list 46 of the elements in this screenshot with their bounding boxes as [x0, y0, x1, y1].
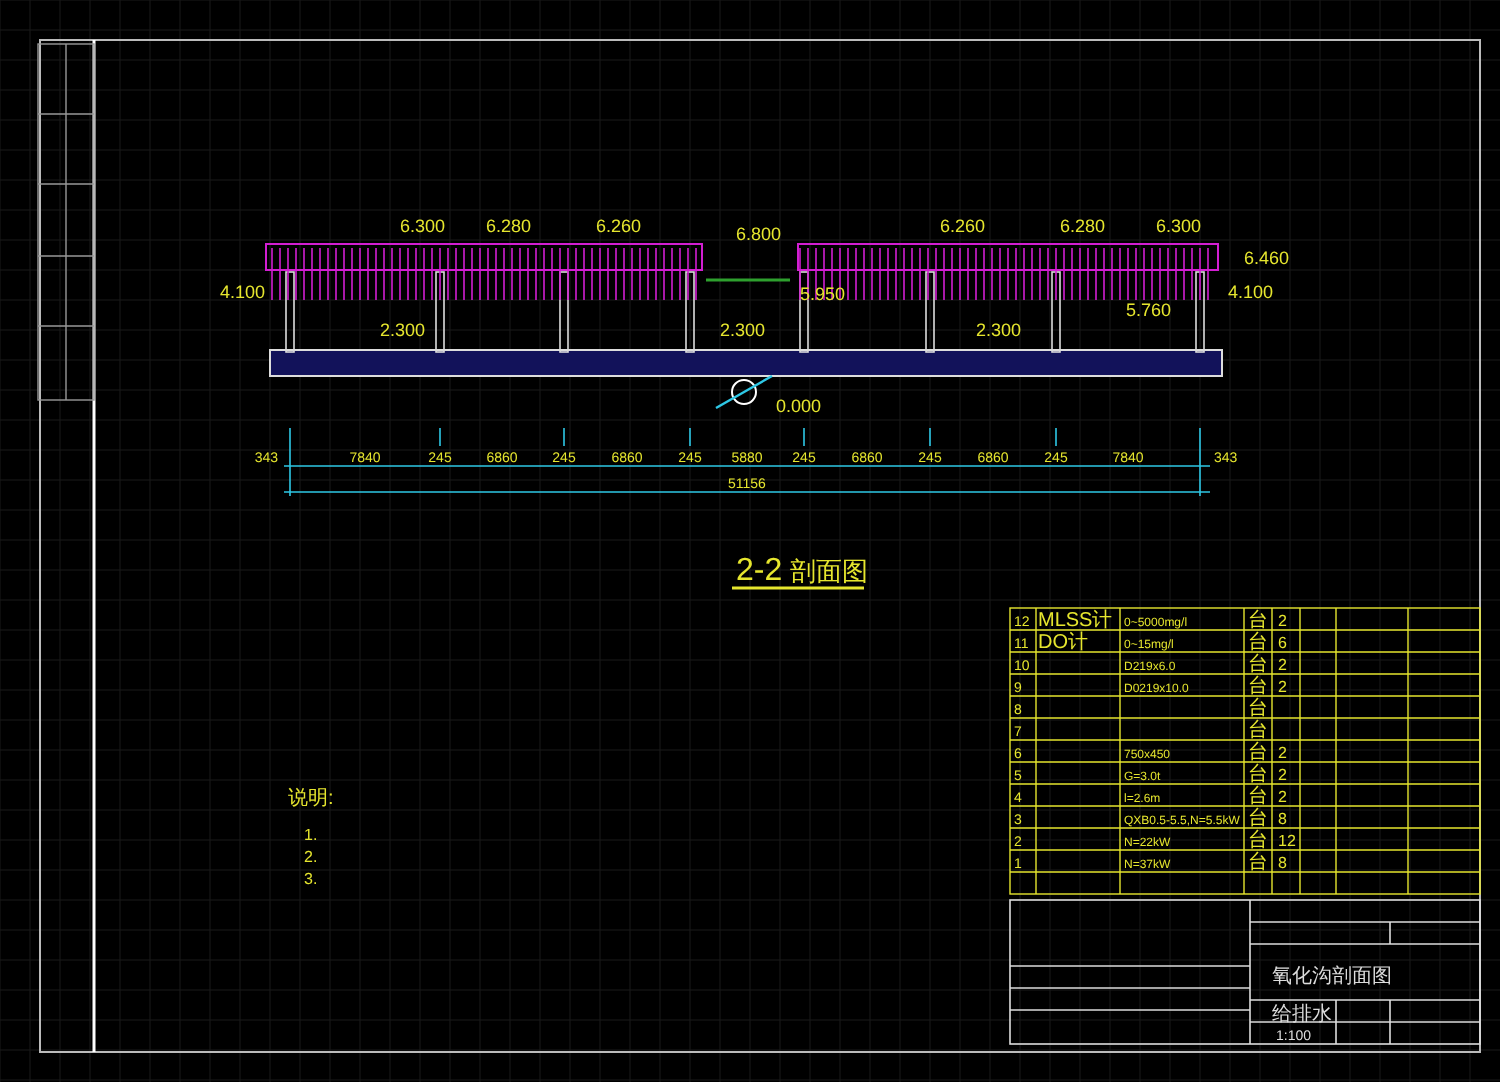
table-cell: 台 — [1248, 808, 1268, 830]
table-cell: 台 — [1248, 610, 1268, 632]
table-cell: 8 — [1278, 854, 1287, 872]
notes-heading: 说明: — [288, 788, 334, 810]
elevation-label: 6.300 — [1156, 216, 1202, 236]
table-cell: 2 — [1278, 612, 1287, 630]
ground-level-label: 0.000 — [776, 396, 822, 416]
table-cell: 台 — [1248, 786, 1268, 808]
table-cell: 台 — [1248, 742, 1268, 764]
discipline-label: 给排水 — [1272, 1004, 1332, 1026]
table-cell: 台 — [1248, 852, 1268, 874]
elevation-label: 2.300 — [720, 320, 766, 340]
table-cell: 台 — [1248, 654, 1268, 676]
section-title: 2-2 剖面图 — [736, 554, 868, 588]
elevation-label: 6.460 — [1244, 248, 1290, 268]
elevation-label: 2.300 — [380, 320, 426, 340]
table-cell: 台 — [1248, 764, 1268, 786]
table-cell: 2 — [1278, 788, 1287, 806]
note-number: 2. — [304, 848, 318, 866]
drawing-name: 氧化沟剖面图 — [1272, 966, 1392, 988]
table-cell: 2 — [1278, 744, 1287, 762]
note-number: 1. — [304, 826, 318, 844]
elevation-label: 6.280 — [486, 216, 532, 236]
elevation-label: 6.280 — [1060, 216, 1106, 236]
table-cell: 6 — [1278, 634, 1287, 652]
elevation-label: 6.260 — [940, 216, 986, 236]
table-cell: 12 — [1278, 832, 1296, 850]
note-number: 3. — [304, 870, 318, 888]
table-cell: 台 — [1248, 720, 1268, 742]
table-cell: 2 — [1278, 656, 1287, 674]
elevation-label: 2.300 — [976, 320, 1022, 340]
table-cell: MLSS计 — [1038, 610, 1113, 632]
elevation-label: 6.260 — [596, 216, 642, 236]
table-cell: 8 — [1278, 810, 1287, 828]
water-level-label: 5.760 — [1126, 300, 1172, 320]
elevation-label: 6.800 — [736, 224, 782, 244]
elevation-label: 4.100 — [1228, 282, 1274, 302]
table-cell: 台 — [1248, 676, 1268, 698]
table-cell: 2 — [1278, 766, 1287, 784]
table-cell: 台 — [1248, 698, 1268, 720]
table-cell: 2 — [1278, 678, 1287, 696]
table-cell: 台 — [1248, 830, 1268, 852]
table-cell: 台 — [1248, 632, 1268, 654]
table-cell: DO计 — [1038, 632, 1088, 654]
elevation-label: 6.300 — [400, 216, 446, 236]
elevation-label: 4.100 — [220, 282, 266, 302]
